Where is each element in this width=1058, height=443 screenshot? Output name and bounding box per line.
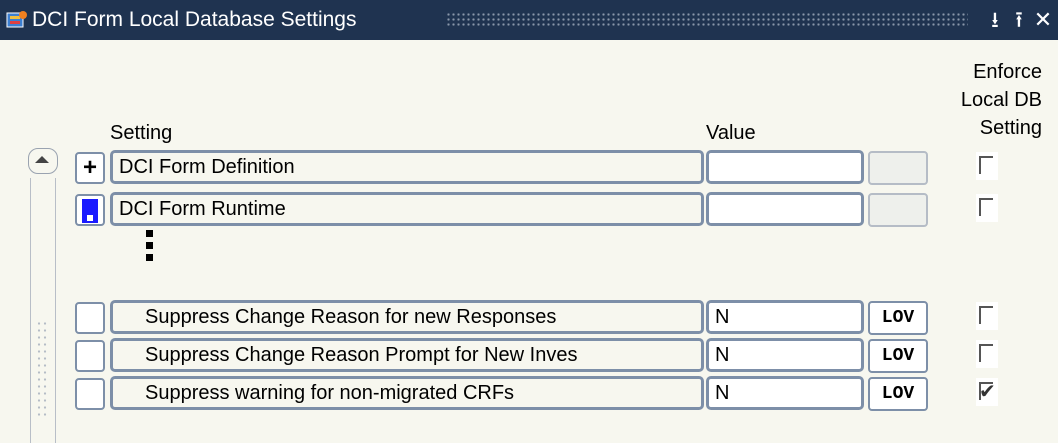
setting-field-text: DCI Form Runtime xyxy=(119,198,286,220)
setting-field[interactable]: DCI Form Definition xyxy=(110,150,704,184)
row-selector[interactable] xyxy=(75,340,105,372)
maximize-icon[interactable]: ⭱ xyxy=(1008,6,1030,34)
enforce-header-line: Setting xyxy=(979,117,1042,139)
row-selector[interactable] xyxy=(75,378,105,410)
enforce-column-header: Enforce Local DB Setting xyxy=(932,58,1042,142)
title-bar[interactable]: DCI Form Local Database Settings ⭳ ⭱ ✕ xyxy=(0,0,1058,40)
value-field[interactable] xyxy=(706,150,864,184)
checkmark-icon: ✔ xyxy=(979,381,996,403)
lov-button[interactable]: LOV xyxy=(868,339,928,373)
value-field-text: N xyxy=(715,306,730,328)
lov-button[interactable]: LOV xyxy=(868,301,928,335)
setting-field-text: Suppress warning for non-migrated CRFs xyxy=(145,382,515,404)
enforce-header-line: Enforce xyxy=(973,61,1042,83)
setting-column-header: Setting xyxy=(110,122,173,144)
row-selector[interactable] xyxy=(75,194,105,226)
current-row-marker xyxy=(82,199,98,223)
close-icon[interactable]: ✕ xyxy=(1032,6,1054,34)
value-field-text: N xyxy=(715,344,730,366)
setting-field-text: DCI Form Definition xyxy=(119,156,295,178)
row-selector[interactable] xyxy=(75,302,105,334)
enforce-checkbox-checked[interactable]: ✔ xyxy=(976,378,998,406)
enforce-header-line: Local DB xyxy=(960,89,1042,111)
title-grip xyxy=(446,12,968,28)
scrollbar-thumb-grip[interactable] xyxy=(36,320,50,420)
minimize-icon[interactable]: ⭳ xyxy=(984,6,1006,34)
value-field[interactable] xyxy=(706,192,864,226)
setting-field[interactable]: Suppress Change Reason Prompt for New In… xyxy=(110,338,704,372)
setting-field[interactable]: Suppress warning for non-migrated CRFs xyxy=(110,376,704,410)
window-title: DCI Form Local Database Settings xyxy=(32,8,357,31)
setting-field[interactable]: DCI Form Runtime xyxy=(110,192,704,226)
chevron-up-icon xyxy=(35,156,49,163)
enforce-checkbox[interactable] xyxy=(976,302,998,330)
app-icon xyxy=(6,11,27,28)
setting-field-text: Suppress Change Reason for new Responses xyxy=(145,306,557,328)
value-field[interactable]: N xyxy=(706,376,864,410)
lov-button[interactable] xyxy=(868,151,928,185)
scroll-up-button[interactable] xyxy=(28,148,58,174)
enforce-checkbox[interactable] xyxy=(976,152,998,180)
value-field-text: N xyxy=(715,382,730,404)
lov-button[interactable] xyxy=(868,193,928,227)
setting-field[interactable]: Suppress Change Reason for new Responses xyxy=(110,300,704,334)
setting-field-text: Suppress Change Reason Prompt for New In… xyxy=(145,344,578,366)
value-field[interactable]: N xyxy=(706,338,864,372)
expand-toggle-button[interactable]: + xyxy=(75,152,105,184)
value-column-header: Value xyxy=(706,122,756,144)
lov-button[interactable]: LOV xyxy=(868,377,928,411)
more-items-ellipsis xyxy=(146,230,156,266)
settings-window: DCI Form Local Database Settings ⭳ ⭱ ✕ S… xyxy=(0,0,1058,443)
value-field[interactable]: N xyxy=(706,300,864,334)
enforce-checkbox[interactable] xyxy=(976,194,998,222)
enforce-checkbox[interactable] xyxy=(976,340,998,368)
